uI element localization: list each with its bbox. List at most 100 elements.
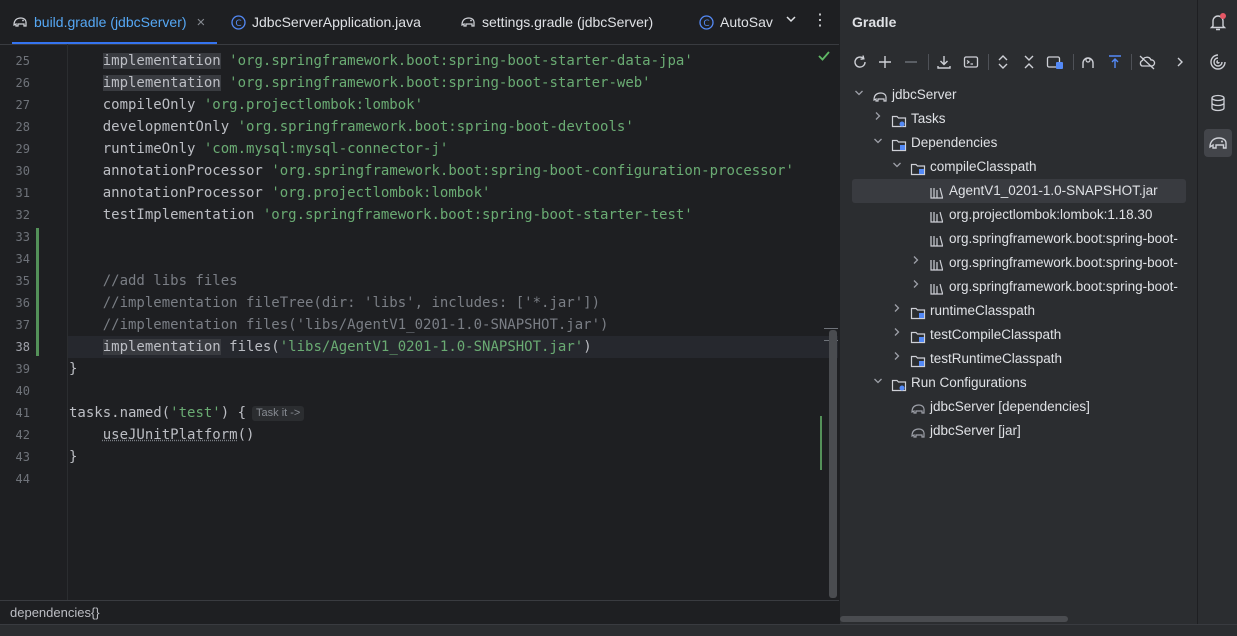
chevron-right-icon[interactable] <box>909 275 923 299</box>
tree-node-tasks[interactable]: Tasks <box>840 107 1198 131</box>
code-line[interactable]: //implementation fileTree(dir: 'libs', i… <box>69 292 600 314</box>
remove-icon[interactable] <box>901 52 921 72</box>
tab-settings-gradle[interactable]: settings.gradle (jdbcServer) <box>460 0 653 44</box>
tree-node-jdbcserver[interactable]: jdbcServer <box>840 83 1198 107</box>
tree-node-label: jdbcServer <box>892 87 957 102</box>
tree-node-test-runtime-classpath[interactable]: testRuntimeClasspath <box>840 347 1198 371</box>
code-line[interactable]: } <box>69 446 77 468</box>
add-icon[interactable] <box>875 52 895 72</box>
line-number: 35 <box>15 274 30 288</box>
code-keyword: implementation <box>102 53 221 69</box>
code-line[interactable]: useJUnitPlatform() <box>69 424 255 446</box>
gradle-elephant-icon <box>910 424 926 438</box>
code-keyword: implementation <box>102 339 221 355</box>
tree-node-label: testCompileClasspath <box>930 327 1062 342</box>
editor-area[interactable]: build.gradle (jdbcServer) × C JdbcServer… <box>0 0 839 600</box>
code-line[interactable]: //implementation files('libs/AgentV1_020… <box>69 314 609 336</box>
code-line[interactable]: developmentOnly 'org.springframework.boo… <box>69 116 634 138</box>
reload-icon[interactable] <box>850 52 870 72</box>
chevron-right-icon[interactable] <box>909 251 923 275</box>
code-line[interactable]: runtimeOnly 'com.mysql:mysql-connector-j… <box>69 138 449 160</box>
chevron-down-icon[interactable] <box>871 131 885 155</box>
chevron-down-icon[interactable] <box>890 155 904 179</box>
tree-node-run-configurations[interactable]: Run Configurations <box>840 371 1198 395</box>
line-number: 42 <box>15 428 30 442</box>
tree-node-compile-classpath[interactable]: compileClasspath <box>840 155 1198 179</box>
expand-all-icon[interactable] <box>993 52 1013 72</box>
close-icon[interactable]: × <box>197 14 206 31</box>
tree-node-dependencies[interactable]: Dependencies <box>840 131 1198 155</box>
line-number: 41 <box>15 406 30 420</box>
horizontal-scrollbar[interactable] <box>840 616 1068 622</box>
code-string: 'libs/AgentV1_0201-1.0-SNAPSHOT.jar' <box>279 339 584 355</box>
code-line[interactable]: implementation 'org.springframework.boot… <box>69 50 693 72</box>
offline-mode-icon[interactable] <box>1137 52 1157 72</box>
code-line[interactable]: } <box>69 358 77 380</box>
status-bar <box>0 624 1237 636</box>
line-number: 36 <box>15 296 30 310</box>
ai-assistant-icon[interactable] <box>1204 48 1232 76</box>
more-icon[interactable] <box>1170 52 1190 72</box>
tab-label: JdbcServerApplication.java <box>252 14 421 30</box>
link-project-icon[interactable] <box>1045 52 1065 72</box>
tree-node-run-config-jar[interactable]: jdbcServer [jar] <box>840 419 1198 443</box>
tree-node-jar-spring[interactable]: org.springframework.boot:spring-boot- <box>840 275 1198 299</box>
library-jar-icon <box>929 208 945 223</box>
line-number: 37 <box>15 318 30 332</box>
code-line[interactable]: testImplementation 'org.springframework.… <box>69 204 693 226</box>
code-line[interactable]: annotationProcessor 'org.projectlombok:l… <box>69 182 491 204</box>
tree-node-runtime-classpath[interactable]: runtimeClasspath <box>840 299 1198 323</box>
tab-label: AutoSav <box>720 14 773 30</box>
collapse-all-icon[interactable] <box>1019 52 1039 72</box>
folder-library-icon <box>891 136 907 152</box>
show-deps-icon[interactable] <box>1105 52 1125 72</box>
execute-task-icon[interactable] <box>961 52 981 72</box>
code-text: } <box>69 449 78 465</box>
vertical-scrollbar[interactable] <box>829 330 837 598</box>
code-line[interactable]: implementation 'org.springframework.boot… <box>69 72 651 94</box>
breadcrumb-item[interactable]: dependencies{} <box>10 605 100 620</box>
analyze-deps-icon[interactable] <box>1078 52 1098 72</box>
code-line[interactable]: //add libs files <box>69 270 238 292</box>
chevron-down-icon[interactable] <box>784 12 798 31</box>
tree-node-jar-lombok[interactable]: org.projectlombok:lombok:1.18.30 <box>840 203 1198 227</box>
folder-gear-icon <box>891 376 907 392</box>
database-icon[interactable] <box>1204 89 1232 117</box>
line-number: 32 <box>15 208 30 222</box>
code-line[interactable]: compileOnly 'org.projectlombok:lombok' <box>69 94 423 116</box>
folder-library-icon <box>910 160 926 176</box>
gradle-icon[interactable] <box>1204 129 1232 157</box>
chevron-down-icon[interactable] <box>852 83 866 107</box>
notifications-icon[interactable] <box>1204 8 1232 36</box>
chevron-down-icon[interactable] <box>871 371 885 395</box>
folder-gear-icon <box>891 112 907 128</box>
no-problems-check-icon[interactable] <box>817 49 831 65</box>
tab-jdbc-server-application[interactable]: C JdbcServerApplication.java <box>230 0 421 44</box>
tree-node-jar-spring[interactable]: org.springframework.boot:spring-boot- <box>840 251 1198 275</box>
line-number: 28 <box>15 120 30 134</box>
chevron-right-icon[interactable] <box>871 107 885 131</box>
code-string: 'org.springframework.boot:spring-boot-st… <box>229 53 693 69</box>
line-number: 44 <box>15 472 30 486</box>
code-line-current[interactable]: implementation files('libs/AgentV1_0201-… <box>69 336 592 358</box>
library-jar-icon <box>929 232 945 247</box>
tree-node-run-config-dependencies[interactable]: jdbcServer [dependencies] <box>840 395 1198 419</box>
chevron-right-icon[interactable] <box>890 299 904 323</box>
chevron-right-icon[interactable] <box>890 347 904 371</box>
tab-autosave[interactable]: C AutoSav <box>698 0 776 44</box>
code-keyword: runtimeOnly <box>102 141 196 157</box>
tree-node-jar-spring[interactable]: org.springframework.boot:spring-boot- <box>840 227 1198 251</box>
chevron-right-icon[interactable] <box>890 323 904 347</box>
code-line[interactable]: tasks.named('test') {Task it -> <box>69 402 305 424</box>
tree-node-jar-agent[interactable]: AgentV1_0201-1.0-SNAPSHOT.jar <box>840 179 1198 203</box>
tab-build-gradle[interactable]: build.gradle (jdbcServer) × <box>12 0 217 44</box>
folder-library-icon <box>910 304 926 320</box>
gradle-tool-window: Gradle jdbcServer Tasks Dependencies com… <box>839 0 1198 624</box>
tree-node-test-compile-classpath[interactable]: testCompileClasspath <box>840 323 1198 347</box>
more-vertical-icon[interactable]: ⋮ <box>812 10 828 30</box>
code-line[interactable]: annotationProcessor 'org.springframework… <box>69 160 794 182</box>
code-comment: //add libs files <box>102 273 238 289</box>
breadcrumb[interactable]: dependencies{} <box>0 600 839 625</box>
download-sources-icon[interactable] <box>934 52 954 72</box>
svg-text:C: C <box>235 19 241 29</box>
